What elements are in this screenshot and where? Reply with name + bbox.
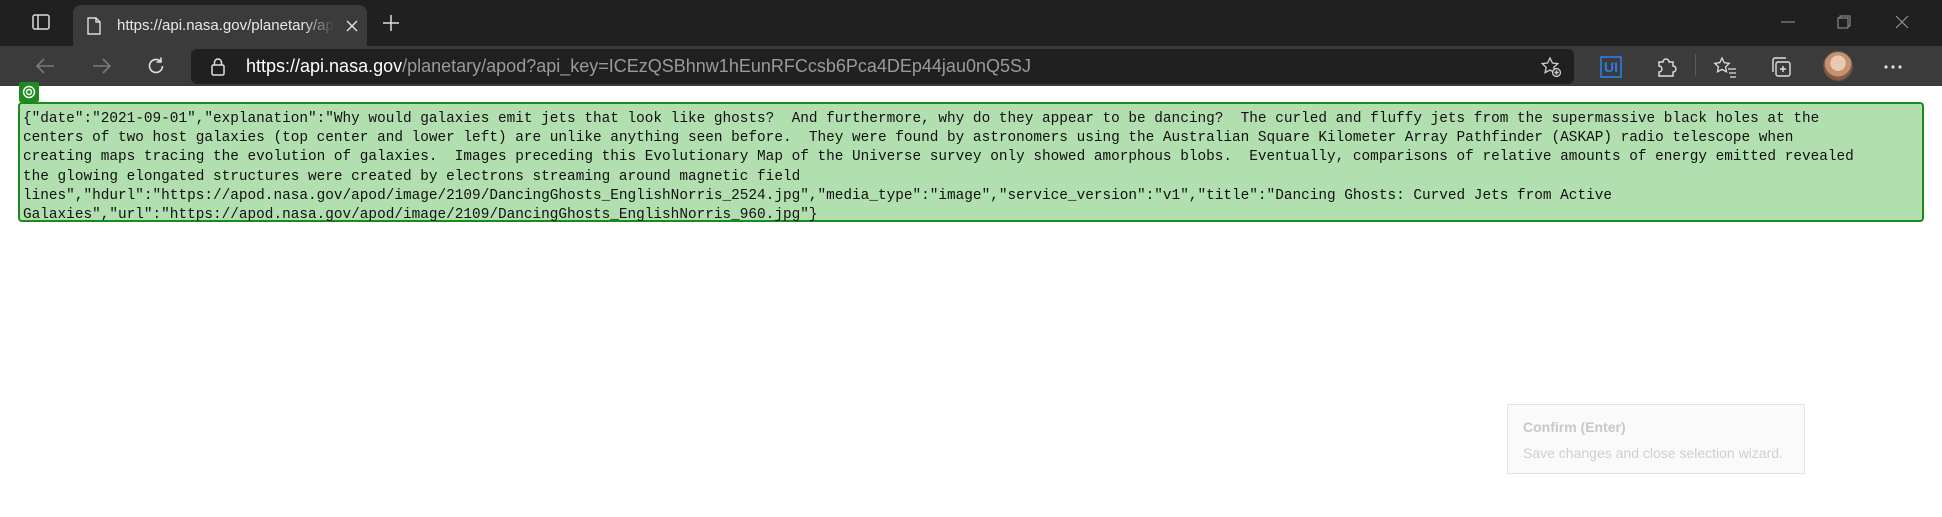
toolbar-separator — [1695, 54, 1696, 76]
confirm-description: Save changes and close selection wizard. — [1523, 445, 1783, 461]
profile-avatar[interactable] — [1823, 51, 1853, 81]
url-path: /planetary/apod?api_key=ICEzQSBhnw1hEunR… — [402, 56, 1031, 76]
lock-icon[interactable] — [209, 58, 227, 76]
active-tab[interactable]: https://api.nasa.gov/planetary/apod?api_… — [73, 5, 367, 46]
ui-extension-badge: UI — [1604, 59, 1618, 75]
toolbar: https://api.nasa.gov/planetary/apod?api_… — [0, 46, 1942, 86]
extensions-icon[interactable] — [1653, 54, 1679, 80]
tab-strip: https://api.nasa.gov/planetary/apod?api_… — [0, 0, 1942, 46]
json-line: lines","hdurl":"https://apod.nasa.gov/ap… — [23, 187, 1612, 204]
plus-icon[interactable] — [379, 11, 403, 35]
close-icon[interactable] — [343, 17, 361, 35]
add-favorite-icon[interactable] — [1540, 56, 1562, 78]
confirm-button[interactable]: Confirm (Enter) Save changes and close s… — [1507, 404, 1805, 474]
json-line: Galaxies","url":"https://apod.nasa.gov/a… — [23, 207, 818, 224]
favorites-icon[interactable] — [1712, 54, 1738, 80]
selected-json-response[interactable]: {"date":"2021-09-01","explanation":"Why … — [18, 102, 1924, 224]
ui-extension-icon[interactable]: UI — [1598, 54, 1624, 80]
forward-arrow-icon[interactable] — [87, 52, 117, 80]
restore-icon[interactable] — [1824, 8, 1864, 36]
url-text: https://api.nasa.gov/planetary/apod?api_… — [246, 56, 1031, 77]
address-bar[interactable]: https://api.nasa.gov/planetary/apod?api_… — [191, 49, 1574, 84]
minimize-icon[interactable] — [1768, 8, 1808, 36]
tab-actions-icon[interactable] — [28, 10, 54, 34]
json-line: {"date":"2021-09-01","explanation":"Why … — [23, 111, 1820, 127]
refresh-icon[interactable] — [141, 52, 171, 80]
json-line: creating maps tracing the evolution of g… — [23, 149, 1854, 166]
back-arrow-icon[interactable] — [30, 52, 60, 80]
url-host: https://api.nasa.gov — [246, 56, 403, 76]
target-icon[interactable] — [19, 82, 39, 102]
tab-title: https://api.nasa.gov/planetary/apod?api_… — [117, 17, 335, 34]
more-icon[interactable] — [1880, 54, 1906, 80]
json-line: centers of two host galaxies (top center… — [23, 130, 1794, 147]
page-icon — [85, 16, 103, 36]
collections-icon[interactable] — [1768, 54, 1794, 80]
json-line: the glowing elongated structures were cr… — [23, 168, 801, 185]
close-window-icon[interactable] — [1882, 8, 1922, 36]
confirm-title: Confirm (Enter) — [1523, 419, 1626, 435]
